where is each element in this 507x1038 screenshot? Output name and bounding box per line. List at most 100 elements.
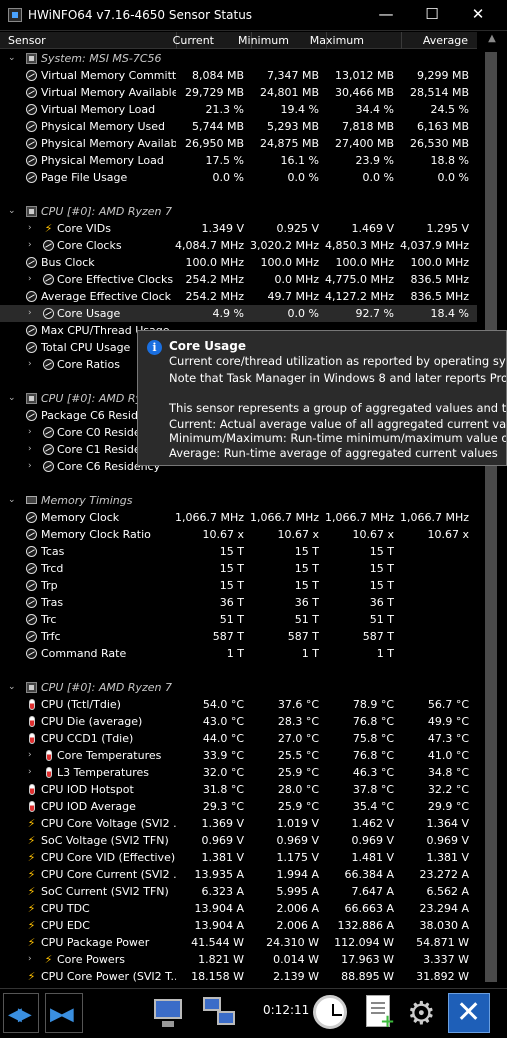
sensor-row[interactable]: › Core Effective Clocks 254.2 MHz 0.0 MHz 4,…: [0, 271, 477, 288]
collapse-chevron-icon[interactable]: ⌄: [8, 682, 18, 692]
average-value: 26,530 MB: [409, 137, 469, 150]
sensor-row[interactable]: Page File Usage 0.0 % 0.0 % 0.0 % 0.0 %: [0, 169, 477, 186]
column-minimum[interactable]: Minimum: [238, 34, 289, 47]
sensor-row[interactable]: ⚡ CPU Package Power 41.544 W 24.310 W 112.09…: [0, 934, 477, 951]
sensor-row[interactable]: Memory Clock Ratio 10.67 x 10.67 x 10.67 x 1…: [0, 526, 477, 543]
sensor-row[interactable]: Physical Memory Load 17.5 % 16.1 % 23.9 % 18…: [0, 152, 477, 169]
column-current[interactable]: Current: [173, 34, 214, 47]
maximum-value: 23.9 %: [355, 154, 394, 167]
sensor-row[interactable]: ⚡ CPU Core Current (SVI2 ... 13.935 A 1.994…: [0, 866, 477, 883]
collapse-chevron-icon[interactable]: ⌄: [8, 53, 18, 63]
column-divider[interactable]: [401, 32, 402, 49]
expand-chevron-icon[interactable]: ›: [28, 427, 38, 437]
sensor-row[interactable]: Trcd 15 T 15 T 15 T: [0, 560, 477, 577]
sensor-row[interactable]: Physical Memory Available 26,950 MB 24,875…: [0, 135, 477, 152]
sensor-label: CPU IOD Average: [41, 800, 136, 813]
thermometer-icon: [46, 767, 52, 778]
minimum-value: 15 T: [294, 545, 319, 558]
sensor-row[interactable]: › ⚡ Core VIDs 1.349 V 0.925 V 1.469 V 1.295 V: [0, 220, 477, 237]
sensor-row[interactable]: › Core Usage 4.9 % 0.0 % 92.7 % 18.4 %: [0, 305, 477, 322]
sensor-row[interactable]: CPU (Tctl/Tdie) 54.0 °C 37.6 °C 78.9 °C 56.7…: [0, 696, 477, 713]
sensor-row[interactable]: › L3 Temperatures 32.0 °C 25.9 °C 46.3 °C 34.…: [0, 764, 477, 781]
sensor-label: Bus Clock: [41, 256, 95, 269]
sensor-row[interactable]: Average Effective Clock 254.2 MHz 49.7 MHz…: [0, 288, 477, 305]
sensor-row[interactable]: ⚡ CPU TDC 13.904 A 2.006 A 66.663 A 23.294 A: [0, 900, 477, 917]
expand-collapse-button[interactable]: ◀▶: [3, 993, 39, 1033]
sensor-row[interactable]: Memory Clock 1,066.7 MHz 1,066.7 MHz 1,066.…: [0, 509, 477, 526]
average-value: 1.295 V: [426, 222, 469, 235]
minimum-value: 37.6 °C: [277, 698, 319, 711]
expand-chevron-icon[interactable]: ›: [28, 954, 38, 964]
gauge-icon: [26, 546, 37, 557]
sensor-row[interactable]: ⚡ CPU Core VID (Effective) 1.381 V 1.175 V 1…: [0, 849, 477, 866]
sensor-row[interactable]: Tras 36 T 36 T 36 T: [0, 594, 477, 611]
sensor-row[interactable]: Physical Memory Used 5,744 MB 5,293 MB 7,81…: [0, 118, 477, 135]
network-button[interactable]: [200, 993, 240, 1033]
expand-chevron-icon[interactable]: ›: [28, 767, 38, 777]
current-value: 100.0 MHz: [185, 256, 244, 269]
reset-timer-button[interactable]: [311, 993, 349, 1033]
sensor-group-row[interactable]: ⌄ CPU [#0]: AMD Ryzen 7 ...: [0, 203, 477, 220]
expand-chevron-icon[interactable]: ›: [28, 274, 38, 284]
sensor-row[interactable]: Trp 15 T 15 T 15 T: [0, 577, 477, 594]
current-value: 13.904 A: [194, 902, 244, 915]
sensor-row[interactable]: Virtual Memory Committed 8,084 MB 7,347 MB…: [0, 67, 477, 84]
expand-chevron-icon[interactable]: ›: [28, 359, 38, 369]
column-sensor[interactable]: Sensor: [8, 34, 46, 47]
sensor-label: Core Temperatures: [57, 749, 162, 762]
scrollbar-thumb[interactable]: [485, 52, 497, 982]
sensor-row[interactable]: ⚡ CPU EDC 13.904 A 2.006 A 132.886 A 38.030 A: [0, 917, 477, 934]
logging-button[interactable]: +: [360, 993, 398, 1033]
sensor-row[interactable]: Trfc 587 T 587 T 587 T: [0, 628, 477, 645]
expand-chevron-icon[interactable]: ›: [28, 240, 38, 250]
tooltip: i Core Usage Current core/thread utiliza…: [137, 330, 507, 466]
collapse-chevron-icon[interactable]: ⌄: [8, 495, 18, 505]
column-average[interactable]: Average: [423, 34, 468, 47]
sensor-row[interactable]: Tcas 15 T 15 T 15 T: [0, 543, 477, 560]
monitor-button[interactable]: [148, 993, 188, 1033]
sensor-row[interactable]: Trc 51 T 51 T 51 T: [0, 611, 477, 628]
sensor-row[interactable]: CPU IOD Hotspot 31.8 °C 28.0 °C 37.8 °C 32.2…: [0, 781, 477, 798]
expand-chevron-icon[interactable]: ›: [28, 223, 38, 233]
sensor-row[interactable]: › ⚡ Core Powers 1.821 W 0.014 W 17.963 W 3.337…: [0, 951, 477, 968]
sensor-row[interactable]: ⚡ CPU Core Voltage (SVI2 ... 1.369 V 1.019 …: [0, 815, 477, 832]
expand-chevron-icon[interactable]: ›: [28, 444, 38, 454]
collapse-chevron-icon[interactable]: ⌄: [8, 206, 18, 216]
gauge-icon: [26, 257, 37, 268]
sensor-row[interactable]: Command Rate 1 T 1 T 1 T: [0, 645, 477, 662]
maximum-value: 112.094 W: [334, 936, 394, 949]
current-value: 31.8 °C: [202, 783, 244, 796]
sensor-row[interactable]: ⚡ SoC Current (SVI2 TFN) 6.323 A 5.995 A 7.6…: [0, 883, 477, 900]
sensor-row[interactable]: Virtual Memory Available 29,729 MB 24,801 …: [0, 84, 477, 101]
sensor-group-row[interactable]: ⌄ CPU [#0]: AMD Ryzen 7 ...: [0, 679, 477, 696]
expand-chevron-icon[interactable]: ›: [28, 308, 38, 318]
sensor-row[interactable]: CPU IOD Average 29.3 °C 25.9 °C 35.4 °C 29.9…: [0, 798, 477, 815]
expand-chevron-icon[interactable]: ›: [28, 750, 38, 760]
expand-chevron-icon[interactable]: ›: [28, 461, 38, 471]
sensor-row[interactable]: › Core Clocks 4,084.7 MHz 3,020.2 MHz 4,850.…: [0, 237, 477, 254]
sensor-row[interactable]: Bus Clock 100.0 MHz 100.0 MHz 100.0 MHz 100.…: [0, 254, 477, 271]
sensor-row[interactable]: CPU Die (average) 43.0 °C 28.3 °C 76.8 °C 49…: [0, 713, 477, 730]
minimum-value: 0.0 %: [287, 307, 319, 320]
minimum-value: 24,801 MB: [259, 86, 319, 99]
sensor-group-row[interactable]: ⌄ System: MSI MS-7C56: [0, 50, 477, 67]
minimize-button[interactable]: —: [363, 0, 409, 31]
sensor-row[interactable]: ⚡ CPU Core Power (SVI2 T... 18.158 W 2.139 …: [0, 968, 477, 985]
current-value: 13.935 A: [194, 868, 244, 881]
sensor-row[interactable]: Virtual Memory Load 21.3 % 19.4 % 34.4 % 24.…: [0, 101, 477, 118]
close-sensors-button[interactable]: ✕: [448, 993, 490, 1033]
scroll-up-arrow-icon[interactable]: ▲: [482, 33, 502, 48]
sensor-row[interactable]: › Core Temperatures 33.9 °C 25.5 °C 76.8 °C 4…: [0, 747, 477, 764]
collapse-chevron-icon[interactable]: ⌄: [8, 393, 18, 403]
minimum-value: 24.310 W: [266, 936, 319, 949]
sensor-row[interactable]: ⚡ SoC Voltage (SVI2 TFN) 0.969 V 0.969 V 0.9…: [0, 832, 477, 849]
settings-button[interactable]: ⚙: [403, 993, 443, 1033]
sensor-row[interactable]: CPU CCD1 (Tdie) 44.0 °C 27.0 °C 75.8 °C 47.3…: [0, 730, 477, 747]
column-width-button[interactable]: ▶◀: [45, 993, 83, 1033]
maximize-button[interactable]: ☐: [409, 0, 455, 31]
column-maximum[interactable]: Maximum: [310, 34, 364, 47]
average-value: 0.0 %: [437, 171, 469, 184]
close-button[interactable]: ✕: [455, 0, 501, 31]
maximum-value: 7,818 MB: [341, 120, 394, 133]
sensor-group-row[interactable]: ⌄ Memory Timings: [0, 492, 477, 509]
